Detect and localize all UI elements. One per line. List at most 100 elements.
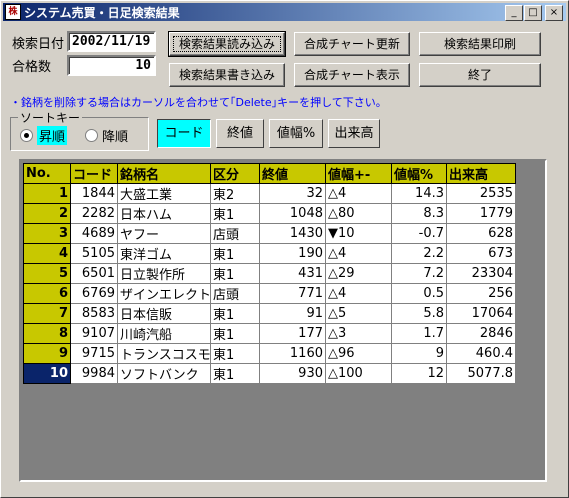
cell-market[interactable]: 東1 [210, 303, 260, 324]
close-button[interactable]: × [545, 5, 563, 21]
cell-name[interactable]: 東洋ゴム [117, 243, 211, 264]
cell-close[interactable]: 1048 [259, 203, 326, 224]
table-row[interactable]: 3 4689 ヤフー 店頭 1430 ▼10 -0.7 628 [23, 223, 516, 244]
cell-market[interactable]: 東1 [210, 203, 260, 224]
cell-pct[interactable]: 7.2 [391, 263, 447, 284]
exit-button[interactable]: 終了 [419, 63, 541, 87]
sort-change-pct-button[interactable]: 値幅% [269, 119, 323, 148]
chart-update-button[interactable]: 合成チャート更新 [294, 32, 410, 56]
chart-show-button[interactable]: 合成チャート表示 [294, 63, 410, 87]
cell-close[interactable]: 190 [259, 243, 326, 264]
col-name[interactable]: 銘柄名 [117, 163, 211, 184]
cell-volume[interactable]: 460.4 [446, 343, 516, 364]
col-change-pct[interactable]: 値幅% [391, 163, 447, 184]
cell-name[interactable]: 日本ハム [117, 203, 211, 224]
cell-code[interactable]: 9984 [70, 363, 118, 384]
cell-volume[interactable]: 2846 [446, 323, 516, 344]
cell-no[interactable]: 9 [23, 343, 71, 364]
cell-pct[interactable]: 12 [391, 363, 447, 384]
cell-change[interactable]: △80 [325, 203, 392, 224]
cell-pct[interactable]: 14.3 [391, 183, 447, 204]
save-results-button[interactable]: 検索結果書き込み [169, 63, 285, 87]
cell-change[interactable]: △96 [325, 343, 392, 364]
cell-change[interactable]: △4 [325, 243, 392, 264]
col-close[interactable]: 終値 [259, 163, 326, 184]
cell-no[interactable]: 7 [23, 303, 71, 324]
cell-change[interactable]: △4 [325, 183, 392, 204]
cell-no[interactable]: 6 [23, 283, 71, 304]
table-row[interactable]: 7 8583 日本信販 東1 91 △5 5.8 17064 [23, 303, 516, 324]
cell-pct[interactable]: 0.5 [391, 283, 447, 304]
cell-name[interactable]: 川崎汽船 [117, 323, 211, 344]
col-code[interactable]: コード [70, 163, 118, 184]
cell-volume[interactable]: 1779 [446, 203, 516, 224]
radio-ascending[interactable]: 昇順 [20, 126, 68, 145]
cell-close[interactable]: 32 [259, 183, 326, 204]
cell-code[interactable]: 5105 [70, 243, 118, 264]
cell-name[interactable]: ザインエレクト [117, 283, 211, 304]
cell-volume[interactable]: 256 [446, 283, 516, 304]
cell-change[interactable]: △3 [325, 323, 392, 344]
table-row[interactable]: 4 5105 東洋ゴム 東1 190 △4 2.2 673 [23, 243, 516, 264]
cell-code[interactable]: 6769 [70, 283, 118, 304]
cell-close[interactable]: 1160 [259, 343, 326, 364]
cell-no[interactable]: 2 [23, 203, 71, 224]
cell-volume[interactable]: 17064 [446, 303, 516, 324]
cell-code[interactable]: 2282 [70, 203, 118, 224]
cell-pct[interactable]: 1.7 [391, 323, 447, 344]
cell-volume[interactable]: 673 [446, 243, 516, 264]
cell-no[interactable]: 3 [23, 223, 71, 244]
col-volume[interactable]: 出来高 [446, 163, 516, 184]
cell-no[interactable]: 10 [23, 363, 71, 384]
table-row[interactable]: 10 9984 ソフトバンク 東1 930 △100 12 5077.8 [23, 363, 516, 384]
cell-change[interactable]: △29 [325, 263, 392, 284]
sort-close-button[interactable]: 終値 [216, 119, 264, 148]
load-results-button[interactable]: 検索結果読み込み [168, 31, 286, 57]
sort-code-button[interactable]: コード [157, 119, 211, 148]
cell-volume[interactable]: 628 [446, 223, 516, 244]
cell-market[interactable]: 東1 [210, 323, 260, 344]
cell-no[interactable]: 8 [23, 323, 71, 344]
cell-code[interactable]: 1844 [70, 183, 118, 204]
date-field[interactable]: 2002/11/19 [67, 31, 156, 52]
cell-market[interactable]: 東1 [210, 363, 260, 384]
cell-close[interactable]: 177 [259, 323, 326, 344]
cell-no[interactable]: 5 [23, 263, 71, 284]
table-row[interactable]: 6 6769 ザインエレクト 店頭 771 △4 0.5 256 [23, 283, 516, 304]
cell-market[interactable]: 店頭 [210, 283, 260, 304]
sort-volume-button[interactable]: 出来高 [328, 119, 380, 148]
cell-market[interactable]: 店頭 [210, 223, 260, 244]
cell-close[interactable]: 1430 [259, 223, 326, 244]
cell-code[interactable]: 8583 [70, 303, 118, 324]
table-row[interactable]: 1 1844 大盛工業 東2 32 △4 14.3 2535 [23, 183, 516, 204]
cell-close[interactable]: 930 [259, 363, 326, 384]
cell-pct[interactable]: 9 [391, 343, 447, 364]
cell-pct[interactable]: 2.2 [391, 243, 447, 264]
cell-close[interactable]: 91 [259, 303, 326, 324]
cell-name[interactable]: ソフトバンク [117, 363, 211, 384]
col-market[interactable]: 区分 [210, 163, 260, 184]
cell-volume[interactable]: 5077.8 [446, 363, 516, 384]
cell-code[interactable]: 6501 [70, 263, 118, 284]
cell-change[interactable]: △5 [325, 303, 392, 324]
cell-name[interactable]: 日立製作所 [117, 263, 211, 284]
cell-change[interactable]: △4 [325, 283, 392, 304]
cell-name[interactable]: ヤフー [117, 223, 211, 244]
col-change[interactable]: 値幅+- [325, 163, 392, 184]
cell-change[interactable]: △100 [325, 363, 392, 384]
print-results-button[interactable]: 検索結果印刷 [419, 32, 541, 56]
cell-market[interactable]: 東1 [210, 343, 260, 364]
cell-code[interactable]: 9715 [70, 343, 118, 364]
cell-pct[interactable]: 5.8 [391, 303, 447, 324]
table-row[interactable]: 8 9107 川崎汽船 東1 177 △3 1.7 2846 [23, 323, 516, 344]
results-grid[interactable]: No. コード 銘柄名 区分 終値 値幅+- 値幅% 出来高 1 1844 大盛工業… [19, 159, 547, 482]
cell-market[interactable]: 東1 [210, 243, 260, 264]
app-icon[interactable]: 株 [5, 4, 21, 20]
cell-code[interactable]: 4689 [70, 223, 118, 244]
table-row[interactable]: 9 9715 トランスコスモ 東1 1160 △96 9 460.4 [23, 343, 516, 364]
cell-name[interactable]: 日本信販 [117, 303, 211, 324]
radio-descending[interactable]: 降順 [85, 126, 128, 145]
cell-name[interactable]: 大盛工業 [117, 183, 211, 204]
count-field[interactable]: 10 [67, 55, 156, 76]
cell-change[interactable]: ▼10 [325, 223, 392, 244]
